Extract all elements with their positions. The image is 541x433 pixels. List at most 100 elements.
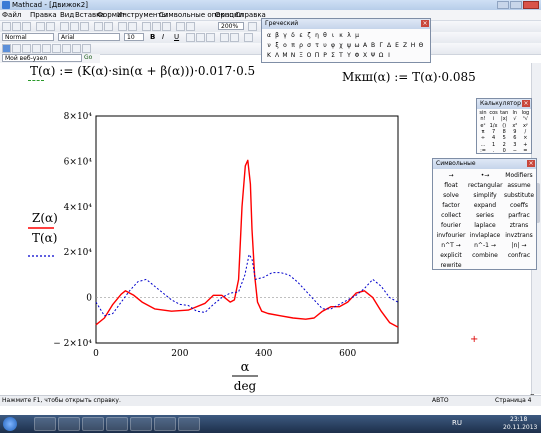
calculator-button[interactable]: cos [489, 110, 499, 116]
paste-icon[interactable] [80, 22, 89, 31]
numbering-icon[interactable] [230, 33, 239, 42]
calculator-toolbar-icon[interactable] [2, 44, 11, 53]
calculator-button[interactable]: 1 [489, 142, 499, 148]
menu-edit[interactable]: Правка [30, 10, 57, 20]
align-icon[interactable] [118, 22, 127, 31]
boolean-toolbar-icon[interactable] [52, 44, 61, 53]
calculator-button[interactable]: 9 [510, 129, 520, 135]
print-icon[interactable] [36, 22, 45, 31]
calculator-button[interactable]: + [520, 142, 530, 148]
save-icon[interactable] [22, 22, 31, 31]
calculator-button[interactable]: () [499, 123, 509, 129]
greek-letter-button[interactable]: π [289, 41, 297, 50]
greek-letter-button[interactable]: Π [313, 51, 321, 60]
calculator-button[interactable]: i [489, 116, 499, 122]
formula-t-definition[interactable]: T(α) := (K(α)·sin(α + β(α)))·0.017·0.5 [30, 64, 255, 78]
greek-letter-button[interactable]: Γ [377, 41, 385, 50]
greek-letter-button[interactable]: ω [353, 41, 361, 50]
trace-chart[interactable]: − 2×10⁴02×10⁴4×10⁴6×10⁴8×10⁴ 0 200 400 600 … [0, 100, 440, 400]
copy-icon[interactable] [70, 22, 79, 31]
programming-toolbar-icon[interactable] [62, 44, 71, 53]
insert-function-icon[interactable] [162, 22, 171, 31]
greek-letter-button[interactable]: κ [337, 31, 345, 40]
greek-letter-button[interactable]: χ [337, 41, 345, 50]
style-select[interactable]: Normal [2, 33, 54, 41]
greek-letter-button[interactable]: Ρ [321, 51, 329, 60]
calculator-button[interactable]: 8 [499, 129, 509, 135]
calculator-button[interactable]: n! [478, 116, 488, 122]
greek-letter-button[interactable]: Ε [393, 41, 401, 50]
greek-letter-button[interactable]: γ [281, 31, 289, 40]
greek-letter-button[interactable]: Τ [337, 51, 345, 60]
menu-view[interactable]: Вид [60, 10, 74, 20]
calculator-button[interactable]: eˣ [478, 123, 488, 129]
calculus-toolbar-icon[interactable] [42, 44, 51, 53]
go-button[interactable]: Go [84, 54, 92, 62]
calculator-button[interactable]: × [520, 135, 530, 141]
clock-time[interactable]: 23:18 [510, 416, 527, 423]
greek-letter-button[interactable]: β [273, 31, 281, 40]
greek-letter-button[interactable]: μ [353, 31, 361, 40]
greek-letter-button[interactable]: Φ [353, 51, 361, 60]
calculator-button[interactable]: 6 [510, 135, 520, 141]
new-icon[interactable] [2, 22, 11, 31]
web-address-select[interactable]: Мой веб-узел [2, 54, 82, 62]
greek-letter-button[interactable]: Β [369, 41, 377, 50]
symbolic-palette-close[interactable]: × [527, 160, 535, 167]
calculate-icon[interactable] [142, 22, 151, 31]
greek-toolbar-icon[interactable] [72, 44, 81, 53]
greek-letter-button[interactable]: Ξ [297, 51, 305, 60]
align-right-icon[interactable] [206, 33, 215, 42]
taskbar-chrome-icon[interactable] [82, 417, 104, 431]
menu-file[interactable]: Файл [2, 10, 21, 20]
menu-window[interactable]: Окно [215, 10, 234, 20]
greek-letter-button[interactable]: Ι [385, 51, 393, 60]
undo-icon[interactable] [94, 22, 103, 31]
symbolic-toolbar-icon[interactable] [82, 44, 91, 53]
taskbar-mathcad-icon[interactable] [130, 417, 152, 431]
greek-letter-button[interactable]: α [265, 31, 273, 40]
calculator-button[interactable]: := [478, 148, 488, 154]
taskbar-word-icon[interactable] [178, 417, 200, 431]
calculator-button[interactable]: = [520, 148, 530, 154]
greek-letter-button[interactable]: Δ [385, 41, 393, 50]
italic-button[interactable]: I [162, 33, 164, 41]
greek-letter-button[interactable]: Υ [345, 51, 353, 60]
language-indicator[interactable]: RU [452, 419, 462, 427]
calculator-button[interactable]: / [520, 129, 530, 135]
calculator-button[interactable]: 3 [510, 142, 520, 148]
start-button[interactable] [3, 417, 17, 431]
greek-letter-button[interactable]: θ [321, 31, 329, 40]
help-icon[interactable] [248, 22, 257, 31]
greek-letter-button[interactable]: Χ [361, 51, 369, 60]
greek-letter-button[interactable]: ψ [345, 41, 353, 50]
redo-icon[interactable] [104, 22, 113, 31]
font-select[interactable]: Arial [58, 33, 120, 41]
zoom-select[interactable]: 200% [218, 22, 244, 30]
greek-letter-button[interactable]: ο [281, 41, 289, 50]
calculator-button[interactable]: π [478, 129, 488, 135]
taskbar-media-icon[interactable] [58, 417, 80, 431]
taskbar-app2-icon[interactable] [154, 417, 176, 431]
calculator-button[interactable]: sin [478, 110, 488, 116]
greek-letter-button[interactable]: Ν [289, 51, 297, 60]
subscript-icon[interactable] [244, 33, 253, 42]
greek-letter-button[interactable]: Σ [329, 51, 337, 60]
greek-letter-button[interactable]: Μ [281, 51, 289, 60]
calculator-button[interactable]: ⁿ√ [520, 116, 530, 122]
open-icon[interactable] [12, 22, 21, 31]
calculator-button[interactable]: ÷ [478, 135, 488, 141]
symbolic-keyword-button[interactable]: rewrite [434, 260, 468, 271]
greek-letter-button[interactable]: σ [305, 41, 313, 50]
clock-date[interactable]: 20.11.2013 [503, 424, 537, 431]
calculator-button[interactable]: . [489, 148, 499, 154]
resource-center-icon[interactable] [186, 22, 195, 31]
taskbar-explorer-icon[interactable] [34, 417, 56, 431]
calculator-button[interactable]: xʸ [520, 123, 530, 129]
maximize-button[interactable] [510, 1, 522, 9]
minimize-button[interactable] [497, 1, 509, 9]
close-button[interactable] [523, 1, 539, 9]
greek-letter-button[interactable]: Η [409, 41, 417, 50]
greek-letter-button[interactable]: ξ [273, 41, 281, 50]
calculator-button[interactable]: log [520, 110, 530, 116]
